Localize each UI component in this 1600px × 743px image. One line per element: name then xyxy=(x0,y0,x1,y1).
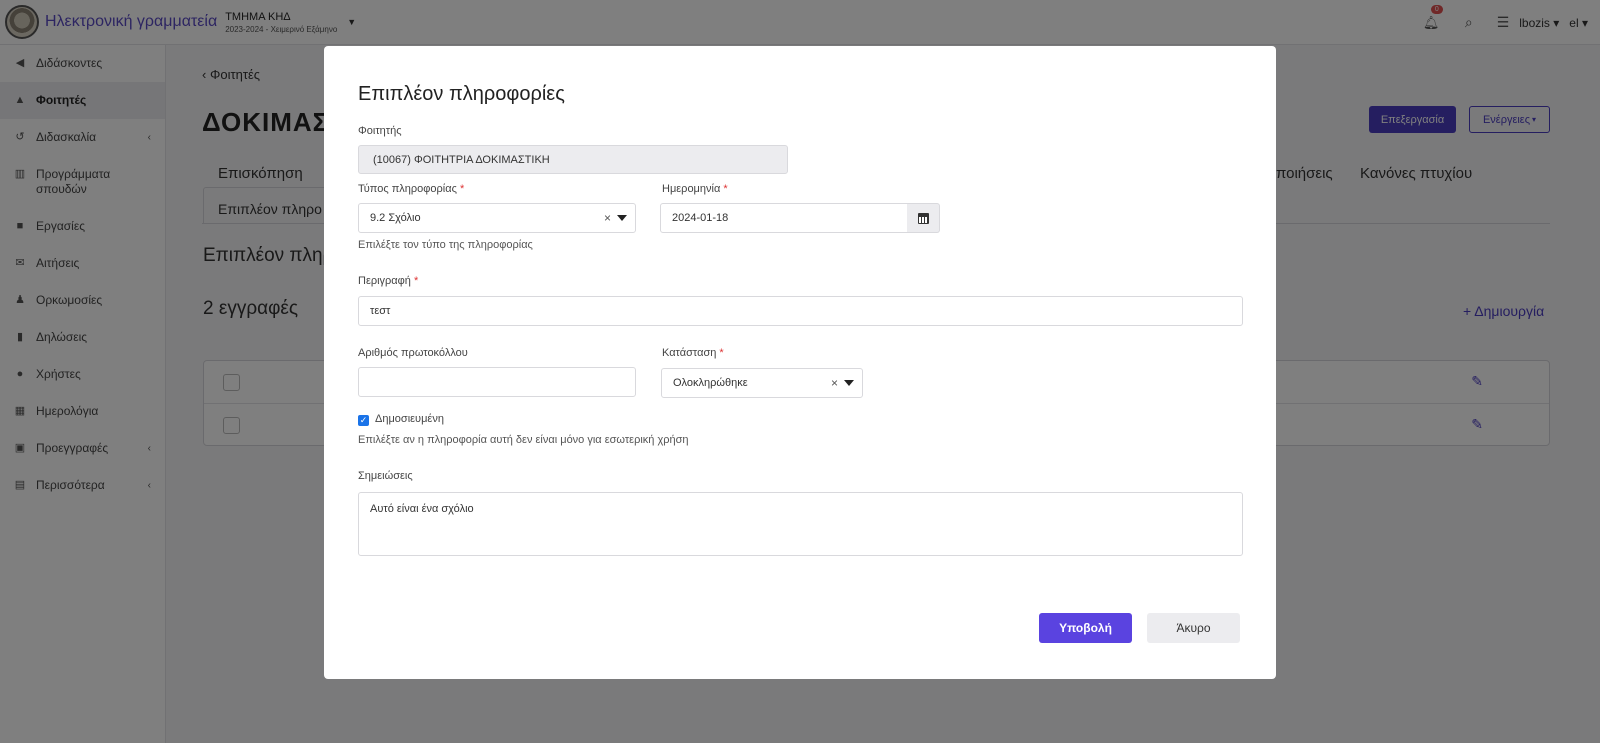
description-input[interactable]: τεστ xyxy=(358,296,1243,326)
description-label-text: Περιγραφή xyxy=(358,275,411,287)
status-value: Ολοκληρώθηκε xyxy=(673,377,748,389)
status-label: Κατάσταση * xyxy=(662,347,724,359)
date-picker-button[interactable] xyxy=(907,203,940,233)
required-marker: * xyxy=(719,347,724,359)
calendar-icon xyxy=(917,212,929,224)
student-field: (10067) ΦΟΙΤΗΤΡΙΑ ΔΟΚΙΜΑΣΤΙΚΗ xyxy=(358,145,788,174)
notes-textarea[interactable]: Αυτό είναι ένα σχόλιο xyxy=(358,492,1243,556)
status-select[interactable]: Ολοκληρώθηκε × xyxy=(661,368,863,398)
info-type-select[interactable]: 9.2 Σχόλιο × xyxy=(358,203,636,233)
protocol-number-input[interactable] xyxy=(358,367,636,397)
info-type-label-text: Τύπος πληροφορίας xyxy=(358,183,457,195)
caret-down-icon[interactable] xyxy=(844,380,854,386)
clear-icon[interactable]: × xyxy=(831,376,838,390)
additional-info-modal: Επιπλέον πληροφορίες Φοιτητής (10067) ΦΟ… xyxy=(324,46,1276,679)
published-label[interactable]: Δημοσιευμένη xyxy=(375,413,444,425)
date-input[interactable]: 2024-01-18 xyxy=(660,203,908,233)
protocol-number-label: Αριθμός πρωτοκόλλου xyxy=(358,347,468,359)
required-marker: * xyxy=(459,183,465,195)
published-hint: Επιλέξτε αν η πληροφορία αυτή δεν είναι … xyxy=(358,434,689,446)
date-label: Ημερομηνία * xyxy=(662,183,728,195)
submit-button[interactable]: Υποβολή xyxy=(1039,613,1132,643)
clear-icon[interactable]: × xyxy=(604,211,611,225)
status-label-text: Κατάσταση xyxy=(662,347,717,359)
info-type-hint: Επιλέξτε τον τύπο της πληροφορίας xyxy=(358,239,533,251)
date-label-text: Ημερομηνία xyxy=(662,183,721,195)
description-label: Περιγραφή * xyxy=(358,275,418,287)
required-marker: * xyxy=(413,275,419,287)
modal-title: Επιπλέον πληροφορίες xyxy=(358,83,565,105)
info-type-label: Τύπος πληροφορίας * xyxy=(358,183,464,195)
student-label: Φοιτητής xyxy=(358,125,402,137)
published-checkbox[interactable]: ✓ xyxy=(358,415,369,426)
notes-label: Σημειώσεις xyxy=(358,470,413,482)
cancel-button[interactable]: Άκυρο xyxy=(1147,613,1240,643)
caret-down-icon[interactable] xyxy=(617,215,627,221)
required-marker: * xyxy=(723,183,728,195)
info-type-value: 9.2 Σχόλιο xyxy=(370,212,421,224)
